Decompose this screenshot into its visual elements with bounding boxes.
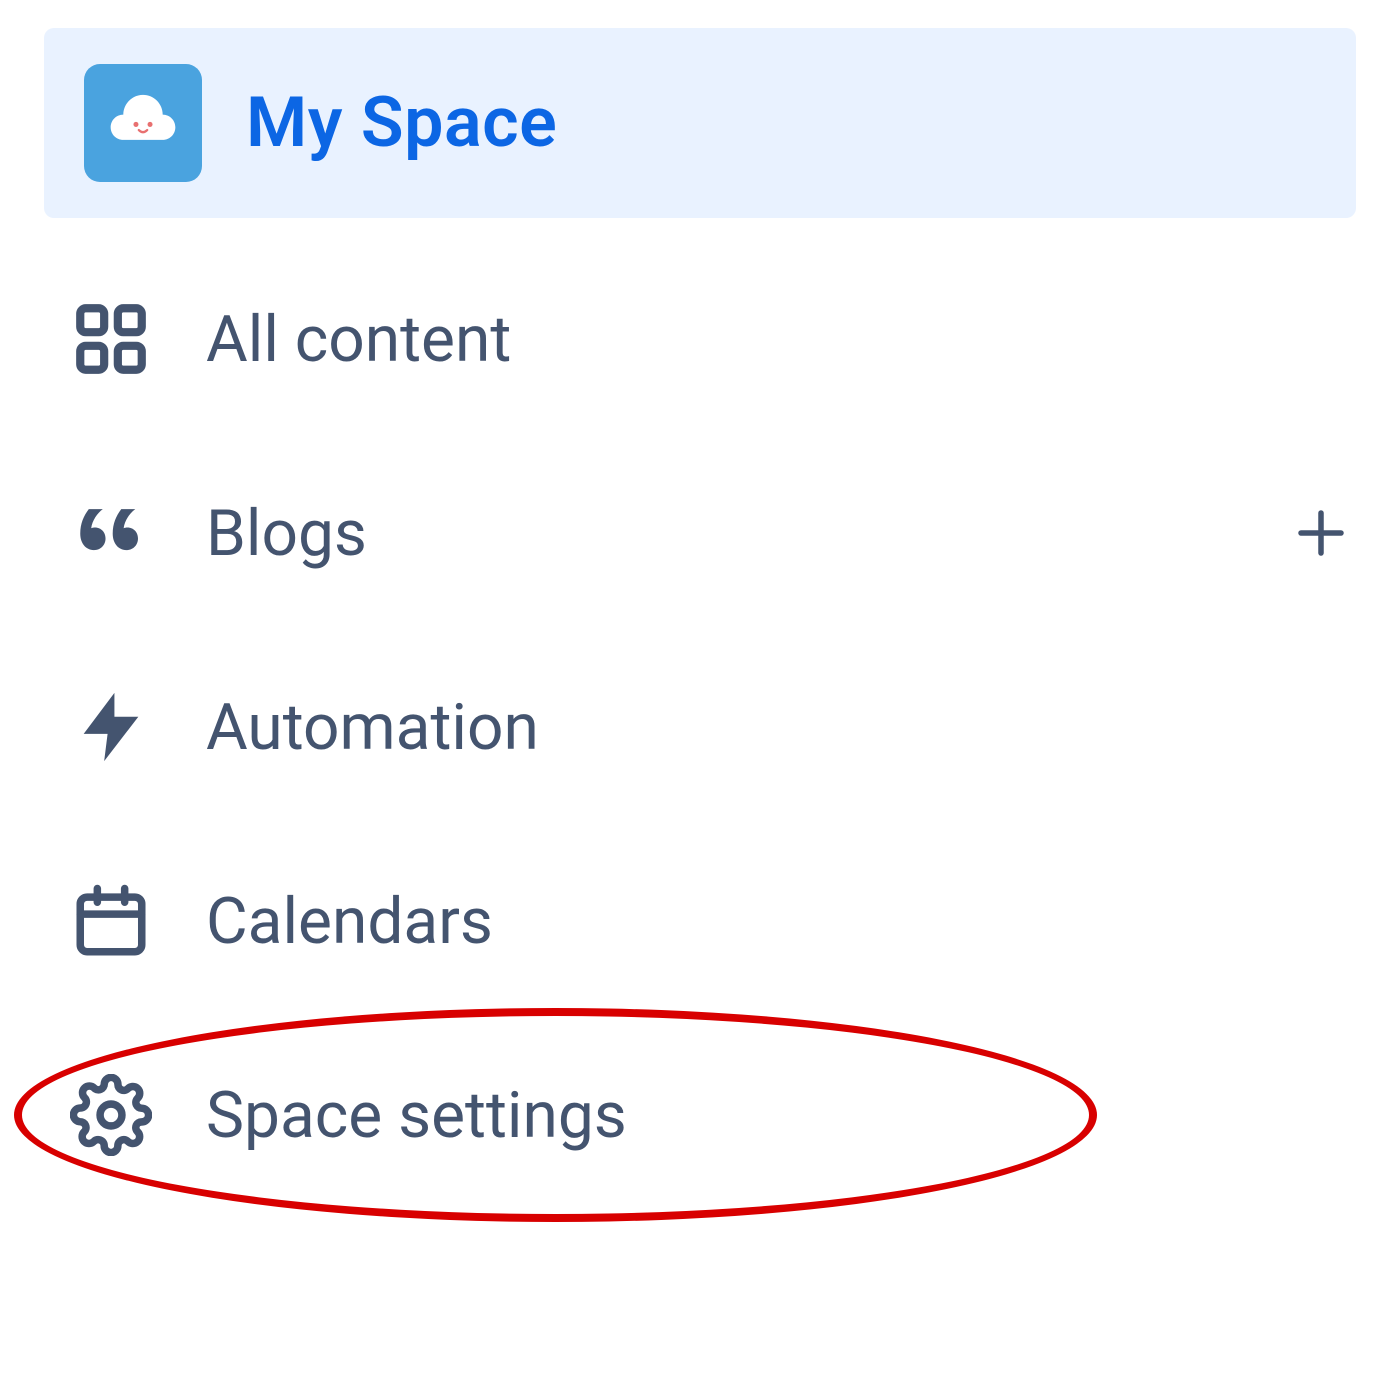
sidebar-item-label: Space settings xyxy=(206,1078,627,1153)
gear-icon xyxy=(70,1074,152,1156)
space-title: My Space xyxy=(246,82,557,164)
calendar-icon xyxy=(70,880,152,962)
space-header[interactable]: My Space xyxy=(44,28,1356,218)
space-logo-icon xyxy=(84,64,202,182)
space-sidebar: My Space All content Blo xyxy=(0,28,1400,1192)
sidebar-item-label: Blogs xyxy=(206,496,367,571)
sidebar-item-all-content[interactable]: All content xyxy=(44,262,1356,416)
sidebar-item-label: Calendars xyxy=(206,884,493,959)
sidebar-item-automation[interactable]: Automation xyxy=(44,650,1356,804)
grid-icon xyxy=(70,298,152,380)
quote-icon xyxy=(70,492,152,574)
sidebar-item-blogs[interactable]: Blogs xyxy=(44,456,1356,610)
sidebar-item-space-settings[interactable]: Space settings xyxy=(44,1038,1356,1192)
sidebar-item-label: Automation xyxy=(206,690,539,765)
add-blog-button[interactable] xyxy=(1286,498,1356,568)
sidebar-nav: All content Blogs xyxy=(0,262,1400,1192)
sidebar-item-label: All content xyxy=(206,302,511,377)
bolt-icon xyxy=(70,686,152,768)
sidebar-item-calendars[interactable]: Calendars xyxy=(44,844,1356,998)
